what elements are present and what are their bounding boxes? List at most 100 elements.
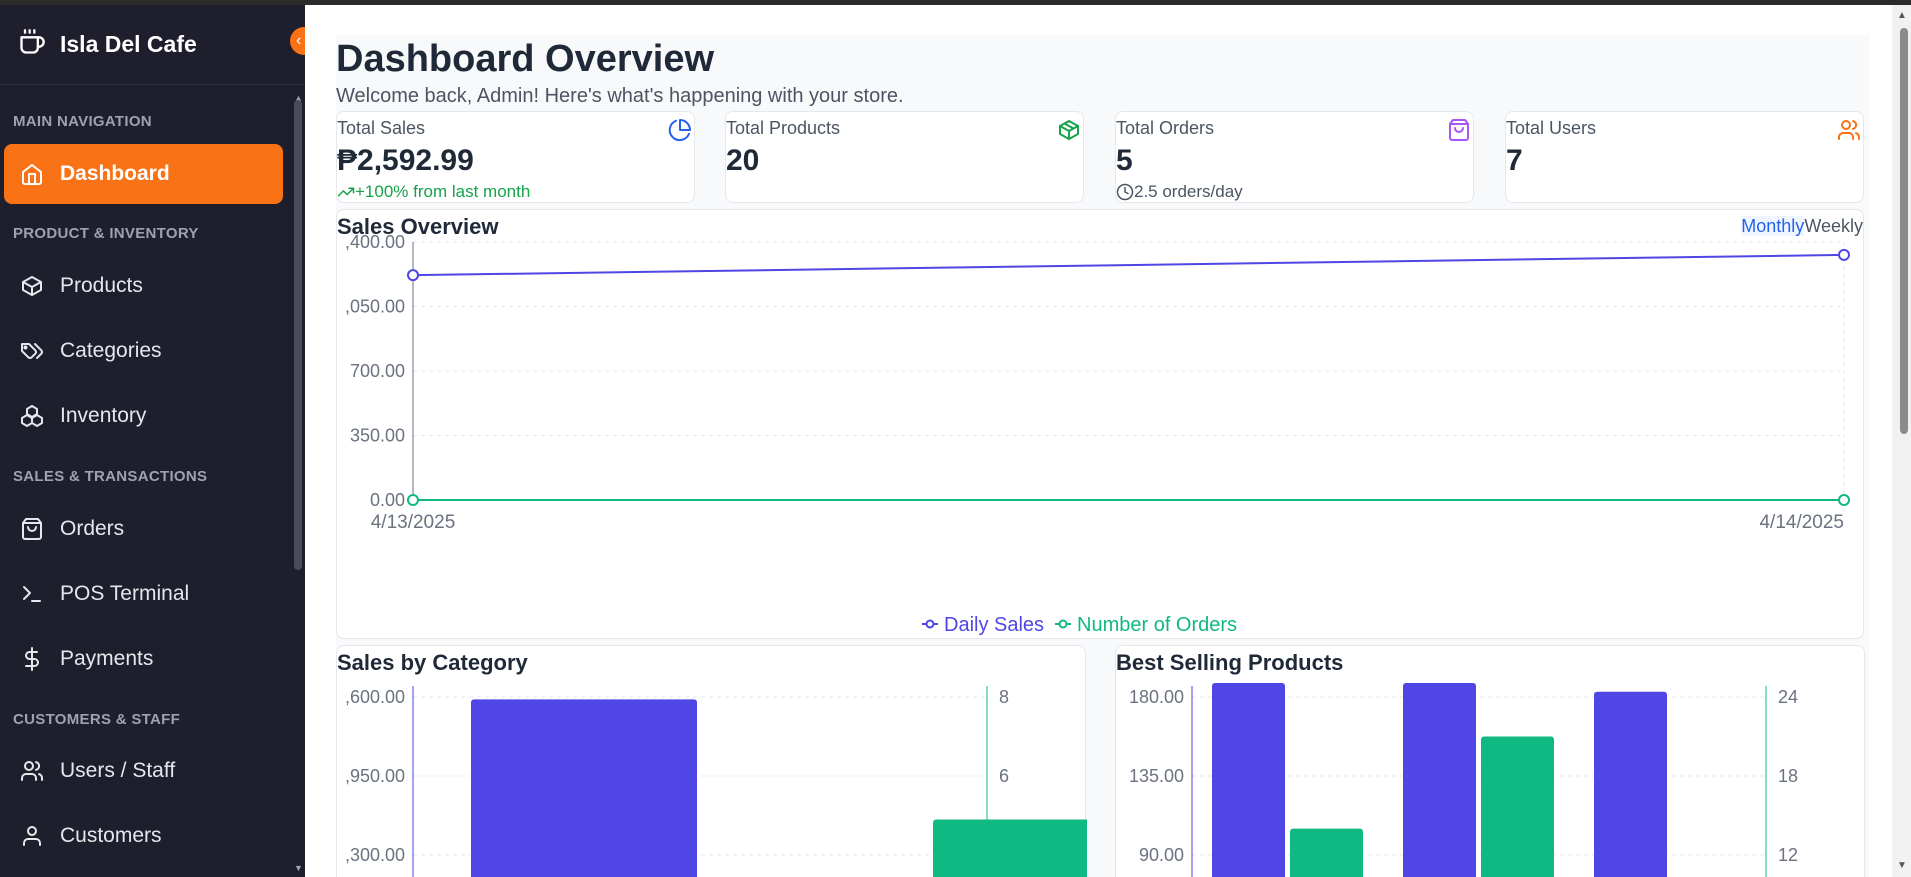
stat-label: Total Users <box>1506 118 1597 138</box>
stat-trend: +100% from last month <box>337 182 530 202</box>
stat-card-total-users: Total Users 7 <box>1505 111 1864 203</box>
sidebar-item-products[interactable]: Products <box>4 256 283 316</box>
bar-series-1 <box>1403 682 1476 877</box>
best-selling-panel: Best Selling Products 180.00 24 135.00 18 90… <box>1115 645 1865 877</box>
sidebar-item-label: Payments <box>60 647 154 670</box>
sidebar-item-users-staff[interactable]: Users / Staff <box>4 741 283 801</box>
y-tick-label: 135.00 <box>1129 766 1184 786</box>
page-scroll-down-icon[interactable]: ▼ <box>1897 860 1907 871</box>
nav-section-sales: SALES & TRANSACTIONS <box>13 468 208 485</box>
stat-value: 7 <box>1506 144 1523 177</box>
legend-marker-dot <box>1058 619 1068 629</box>
boxes-icon <box>21 405 43 427</box>
brand-name: Isla Del Cafe <box>60 31 197 57</box>
data-point <box>407 269 419 282</box>
y-tick-label: 0.00 <box>370 490 405 510</box>
sidebar-item-label: Customers <box>60 824 162 847</box>
sales-by-category-panel: Sales by Category ,600.00 8,950.00 6,300.0… <box>336 645 1087 877</box>
y-tick-label: ,950.00 <box>345 766 405 786</box>
sidebar-item-customers[interactable]: Customers <box>4 806 283 866</box>
stat-card-total-orders: Total Orders 5 2.5 orders/day <box>1115 111 1474 203</box>
y-tick-label: 350.00 <box>350 426 405 446</box>
sidebar-item-label: Categories <box>60 339 162 362</box>
bar-series-2 <box>1290 828 1363 877</box>
nav-section-main: MAIN NAVIGATION <box>13 113 152 130</box>
series-line <box>412 253 1845 277</box>
y2-tick-label: 24 <box>1778 687 1798 707</box>
user-icon <box>23 826 41 846</box>
trending-up-icon <box>337 187 355 197</box>
sidebar-item-pos-terminal[interactable]: POS Terminal <box>4 564 283 624</box>
bar-series-2 <box>1481 736 1554 877</box>
y-tick-label: 90.00 <box>1139 845 1184 865</box>
sales-overview-panel: Sales Overview MonthlyWeekly ,400.00,050… <box>336 209 1864 639</box>
page-title: Dashboard Overview <box>336 38 715 80</box>
sidebar-item-label: POS Terminal <box>60 582 190 605</box>
y-tick-label: ,300.00 <box>345 845 405 865</box>
dollar-icon <box>25 647 39 671</box>
stat-label: Total Sales <box>337 118 426 138</box>
legend-label: Number of Orders <box>1077 614 1237 636</box>
stat-rate: 2.5 orders/day <box>1116 182 1243 202</box>
shopping-bag-icon <box>1449 119 1469 141</box>
shopping-bag-icon <box>22 518 42 540</box>
sidebar-item-inventory[interactable]: Inventory <box>4 386 283 446</box>
x-tick-label: 4/14/2025 <box>1759 512 1844 533</box>
y-tick-label: ,600.00 <box>345 687 405 707</box>
sidebar: Isla Del Cafe MAIN NAVIGATION Dashboard … <box>0 5 305 877</box>
stat-card-total-sales: Total Sales ₱2,592.99 +100% from last mo… <box>336 111 695 203</box>
stat-value: 20 <box>726 144 760 177</box>
data-point <box>407 494 419 506</box>
stat-sub-text: +100% from last month <box>355 182 531 201</box>
clock-icon <box>1116 183 1134 201</box>
page-subtitle: Welcome back, Admin! Here's what's happe… <box>336 85 904 107</box>
y-tick-label: 180.00 <box>1129 687 1184 707</box>
pie-chart-icon <box>668 119 691 141</box>
users-icon <box>1838 120 1861 140</box>
main-content: Dashboard Overview Welcome back, Admin! … <box>305 5 1892 877</box>
sales-overview-chart: ,400.00 ,050.00 700.00 350.00 0.004/13/2025 4… <box>345 232 1850 636</box>
y2-tick-label: 18 <box>1778 766 1798 786</box>
brand[interactable]: Isla Del Cafe <box>0 5 305 85</box>
stat-sub-text: 2.5 orders/day <box>1134 182 1243 201</box>
x-tick-label: 4/13/2025 <box>371 512 456 533</box>
sidebar-item-categories[interactable]: Categories <box>4 321 283 381</box>
y2-tick-label: 8 <box>999 687 1009 707</box>
page-scroll-up-icon[interactable]: ▲ <box>1897 10 1907 21</box>
sidebar-item-label: Orders <box>60 517 125 540</box>
bar-series-1 <box>1212 682 1285 877</box>
bar-series-1 <box>471 699 697 877</box>
sidebar-item-orders[interactable]: Orders <box>4 499 283 559</box>
home-icon <box>22 164 42 185</box>
data-point <box>1838 248 1850 261</box>
box-icon <box>22 276 42 296</box>
stat-value: ₱2,592.99 <box>337 144 474 177</box>
tags-icon <box>21 343 43 359</box>
stat-label: Total Orders <box>1116 118 1215 138</box>
best-selling-chart: 180.00 24 135.00 18 90.00 12 <box>1129 682 1798 877</box>
y2-tick-label: 12 <box>1778 845 1798 865</box>
y2-tick-label: 6 <box>999 766 1009 786</box>
sidebar-item-dashboard[interactable]: Dashboard <box>4 144 283 204</box>
y-tick-label: ,050.00 <box>345 297 405 317</box>
sidebar-scrollbar[interactable] <box>294 100 302 570</box>
sidebar-item-label: Users / Staff <box>60 759 176 782</box>
stat-card-total-products: Total Products 20 <box>725 111 1084 203</box>
terminal-icon <box>23 586 41 602</box>
nav-section-customers: CUSTOMERS & STAFF <box>13 711 181 728</box>
y-tick-label: ,400.00 <box>345 232 405 252</box>
sidebar-item-payments[interactable]: Payments <box>4 629 283 689</box>
users-icon <box>21 761 44 781</box>
data-point <box>1838 494 1850 506</box>
nav-section-product: PRODUCT & INVENTORY <box>13 225 199 242</box>
page-scrollbar-thumb[interactable] <box>1900 28 1908 434</box>
stat-value: 5 <box>1116 144 1133 177</box>
y-tick-label: 700.00 <box>350 361 405 381</box>
sales-by-category-chart: ,600.008,950.006,300.004 <box>345 686 1087 877</box>
coffee-cup-icon <box>18 28 46 61</box>
legend-marker-dot <box>925 619 935 629</box>
sidebar-scroll-down-icon[interactable]: ▼ <box>294 863 304 873</box>
sidebar-item-label: Dashboard <box>60 162 170 185</box>
bar-series-1 <box>1594 691 1667 877</box>
legend-label: Daily Sales <box>944 614 1044 636</box>
